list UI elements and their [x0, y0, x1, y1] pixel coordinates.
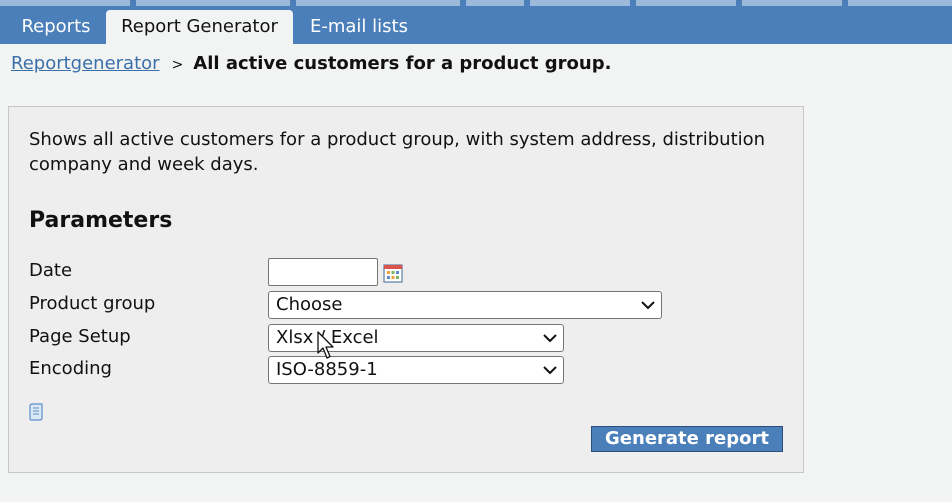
encoding-label: Encoding [29, 358, 112, 379]
breadcrumb-separator: > [171, 57, 184, 73]
encoding-select[interactable]: ISO-8859-1 [268, 356, 564, 384]
nav-strip-segment [636, 0, 736, 6]
nav-strip-segment [466, 0, 524, 6]
chevron-down-icon [543, 366, 557, 375]
product-group-select[interactable]: Choose [268, 291, 662, 319]
chevron-down-icon [641, 301, 655, 310]
encoding-value: ISO-8859-1 [276, 359, 378, 380]
product-group-value: Choose [276, 294, 343, 315]
tab-reports[interactable]: Reports [10, 10, 102, 44]
tab-report-generator[interactable]: Report Generator [106, 10, 293, 44]
nav-strip-segment [296, 0, 460, 6]
nav-strip-segment [530, 0, 630, 6]
breadcrumb-link-reportgenerator[interactable]: Reportgenerator [11, 53, 160, 74]
mouse-cursor-icon [317, 331, 334, 359]
date-input[interactable] [268, 258, 378, 286]
report-panel: Shows all active customers for a product… [8, 106, 804, 473]
page-setup-select[interactable]: Xlsx / Excel [268, 324, 564, 352]
product-group-label: Product group [29, 293, 156, 314]
parameters-heading: Parameters [29, 208, 173, 233]
nav-strip-segment [136, 0, 290, 6]
date-label: Date [29, 260, 73, 281]
chevron-down-icon [543, 334, 557, 343]
document-icon[interactable] [29, 403, 45, 421]
page-title: All active customers for a product group… [193, 53, 612, 74]
nav-strip-segment [0, 0, 130, 6]
nav-strip-segment [742, 0, 842, 6]
top-nav-bar: Reports Report Generator E-mail lists [0, 0, 952, 44]
page-setup-label: Page Setup [29, 326, 131, 347]
breadcrumb: Reportgenerator > All active customers for… [11, 52, 611, 76]
calendar-icon[interactable] [383, 263, 403, 283]
generate-report-button[interactable]: Generate report [591, 426, 783, 452]
report-description: Shows all active customers for a product… [29, 129, 766, 175]
tab-email-lists[interactable]: E-mail lists [297, 10, 421, 44]
nav-strip-segment [848, 0, 952, 6]
